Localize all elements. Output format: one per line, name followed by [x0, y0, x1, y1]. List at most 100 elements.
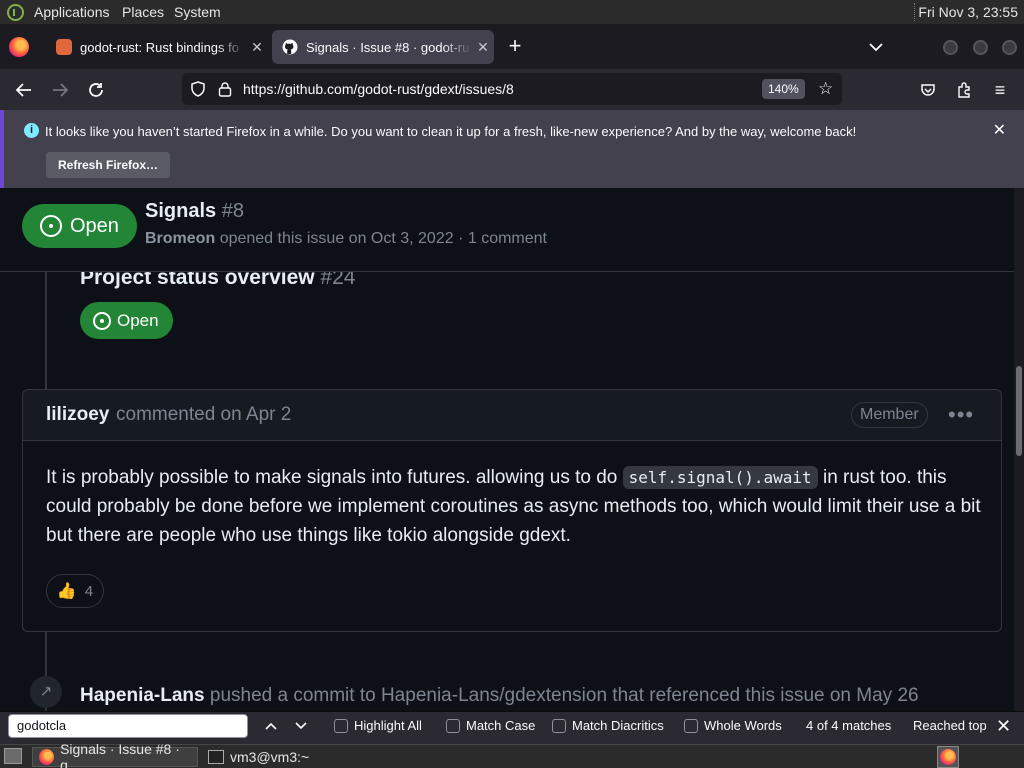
issue-title-text: Signals	[145, 200, 217, 222]
back-arrow-icon[interactable]	[11, 77, 37, 103]
event-actor-link[interactable]: Hapenia-Lans	[80, 685, 205, 706]
comment-options-kebab-icon[interactable]: •••	[948, 402, 974, 428]
issue-sticky-header: Open Signals #8 Bromeon opened this issu…	[0, 188, 1014, 272]
issue-state-label: Open	[70, 214, 119, 237]
page-scrollbar[interactable]	[1014, 188, 1024, 711]
tab-close-icon[interactable]: ✕	[472, 39, 494, 56]
show-desktop-icon[interactable]	[4, 748, 22, 764]
comment-card: lilizoey commented on Apr 2 Member ••• I…	[22, 389, 1002, 632]
tracking-protection-shield-icon[interactable]	[190, 81, 206, 102]
hamburger-menu-icon[interactable]: ≡	[987, 77, 1013, 103]
os-top-panel: Applications Places System Fri Nov 3, 23…	[0, 0, 1024, 25]
thumbs-up-icon: 👍	[56, 583, 77, 600]
github-issue-page: Open Signals #8 Bromeon opened this issu…	[0, 188, 1014, 711]
os-taskbar: Signals · Issue #8 · g… vm3@vm3:~	[0, 741, 1024, 768]
maximize-window-icon[interactable]	[973, 40, 988, 55]
option-label[interactable]: Match Diacritics	[572, 718, 664, 733]
inline-code: self.signal().await	[622, 466, 818, 489]
list-all-tabs-chevron-icon[interactable]	[868, 39, 888, 57]
tab-signals-issue[interactable]: Signals · Issue #8 · godot-ru ✕	[272, 30, 494, 64]
comment-body: It is probably possible to make signals …	[46, 463, 986, 550]
taskbar-item-label: Signals · Issue #8 · g…	[60, 741, 180, 768]
checkbox-box[interactable]	[552, 718, 566, 733]
checkbox-box[interactable]	[446, 718, 460, 733]
option-label[interactable]: Whole Words	[704, 718, 782, 733]
comment-timestamp[interactable]: commented on Apr 2	[116, 404, 291, 426]
find-previous-icon[interactable]	[261, 716, 281, 736]
tab-close-icon[interactable]: ✕	[246, 39, 268, 56]
timeline-event: ↗ Hapenia-Lans pushed a commit to Hapeni…	[0, 676, 1014, 711]
firefox-view-icon[interactable]	[9, 37, 29, 57]
menu-places[interactable]: Places	[122, 4, 164, 20]
find-input[interactable]: godotcla	[8, 714, 248, 738]
menu-applications[interactable]: Applications	[34, 4, 110, 20]
whole-words-checkbox[interactable]: Whole Words	[684, 718, 782, 733]
tab-godot-rust[interactable]: godot-rust: Rust bindings fo ✕	[46, 30, 268, 64]
match-case-checkbox[interactable]: Match Case	[446, 718, 535, 733]
match-diacritics-checkbox[interactable]: Match Diacritics	[552, 718, 664, 733]
taskbar-firefox-window[interactable]: Signals · Issue #8 · g…	[32, 741, 198, 768]
highlight-all-checkbox[interactable]: Highlight All	[334, 718, 422, 733]
issue-state-badge: Open	[22, 204, 137, 248]
zoom-level-badge[interactable]: 140%	[762, 79, 805, 99]
terminal-icon	[208, 750, 224, 764]
github-favicon-icon	[282, 39, 298, 55]
checkbox-box[interactable]	[334, 718, 348, 733]
forward-arrow-icon[interactable]	[47, 77, 73, 103]
event-text: Hapenia-Lans pushed a commit to Hapenia-…	[80, 685, 919, 707]
issue-number: #8	[221, 200, 244, 222]
find-status: Reached top	[913, 718, 986, 733]
comment-header: lilizoey commented on Apr 2 Member •••	[23, 390, 1001, 441]
bookmark-star-icon[interactable]: ☆	[818, 79, 833, 99]
notification-message: It looks like you haven’t started Firefo…	[45, 124, 857, 139]
new-tab-plus-icon[interactable]: +	[503, 35, 527, 59]
navigation-toolbar: https://github.com/godot-rust/gdext/issu…	[0, 69, 1024, 110]
tab-title: Signals · Issue #8 · godot-ru	[306, 39, 470, 55]
reload-icon[interactable]	[83, 77, 109, 103]
tab-title: godot-rust: Rust bindings fo	[80, 39, 239, 55]
find-bar-close-icon[interactable]: ✕	[996, 716, 1011, 737]
refresh-firefox-button[interactable]: Refresh Firefox…	[46, 152, 171, 178]
referenced-issue-state-badge: Open	[80, 302, 173, 339]
issue-author-link[interactable]: Bromeon	[145, 230, 215, 247]
firefox-icon	[39, 749, 55, 765]
option-label[interactable]: Highlight All	[354, 718, 422, 733]
issue-title: Signals #8	[145, 200, 244, 223]
distro-logo-icon[interactable]	[7, 4, 24, 21]
url-text[interactable]: https://github.com/godot-rust/gdext/issu…	[243, 81, 514, 97]
find-next-icon[interactable]	[291, 716, 311, 736]
issue-meta: Bromeon opened this issue on Oct 3, 2022…	[145, 230, 547, 248]
taskbar-terminal-window[interactable]: vm3@vm3:~	[202, 747, 362, 767]
taskbar-item-label: vm3@vm3:~	[230, 749, 310, 765]
pocket-icon[interactable]	[915, 77, 941, 103]
tray-firefox[interactable]	[937, 746, 959, 768]
menu-system[interactable]: System	[174, 4, 221, 20]
close-window-icon[interactable]	[1002, 40, 1017, 55]
issue-open-icon	[40, 215, 62, 237]
timeline-line	[45, 272, 47, 390]
firefox-icon	[940, 749, 956, 765]
clock[interactable]: Fri Nov 3, 23:55	[918, 4, 1018, 20]
notification-close-icon[interactable]: ✕	[993, 120, 1006, 140]
member-badge: Member	[851, 402, 928, 428]
checkbox-box[interactable]	[684, 718, 698, 733]
extensions-puzzle-icon[interactable]	[951, 77, 977, 103]
refresh-firefox-notification: i It looks like you haven’t started Fire…	[0, 110, 1024, 188]
comment-author-link[interactable]: lilizoey	[46, 404, 109, 426]
thumbs-up-reaction-button[interactable]: 👍 4	[46, 574, 104, 608]
cross-reference-icon: ↗	[30, 676, 62, 708]
issue-open-icon	[93, 311, 111, 330]
comment-text: It is probably possible to make signals …	[46, 467, 623, 488]
issue-meta-text: opened this issue on Oct 3, 2022 · 1 com…	[219, 230, 547, 247]
url-bar[interactable]: https://github.com/godot-rust/gdext/issu…	[182, 73, 842, 105]
option-label[interactable]: Match Case	[466, 718, 535, 733]
godot-rust-favicon-icon	[56, 39, 72, 55]
minimize-window-icon[interactable]	[943, 40, 958, 55]
referenced-issue-state-label: Open	[117, 310, 159, 330]
scrollbar-thumb[interactable]	[1016, 366, 1022, 456]
event-description: pushed a commit to Hapenia-Lans/gdextens…	[209, 685, 919, 706]
tab-strip: godot-rust: Rust bindings fo ✕ Signals ·…	[0, 25, 1024, 69]
lock-icon[interactable]	[218, 81, 232, 102]
reaction-count: 4	[84, 582, 94, 600]
find-bar: godotcla Highlight All Match Case Match …	[0, 711, 1024, 744]
